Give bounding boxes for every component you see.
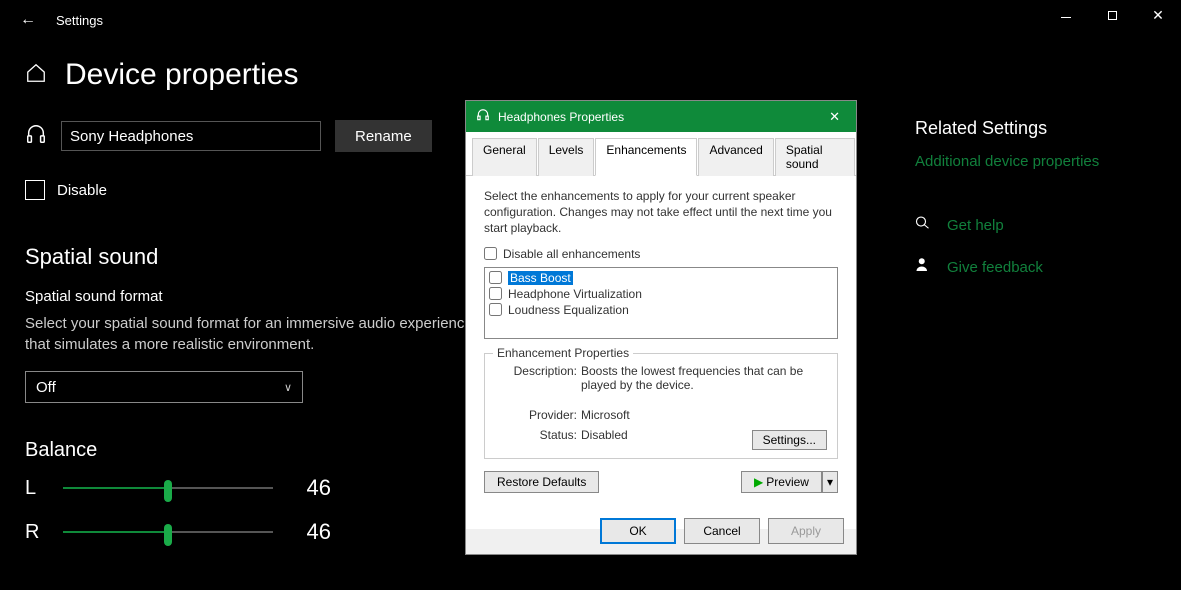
window-close-button[interactable]: ✕ (1135, 0, 1181, 30)
give-feedback-link[interactable]: Give feedback (947, 259, 1043, 276)
enhancement-list[interactable]: Bass Boost Headphone Virtualization Loud… (484, 267, 838, 339)
disable-all-label: Disable all enhancements (503, 247, 640, 261)
page-title: Device properties (65, 58, 298, 92)
tab-enhancements[interactable]: Enhancements (595, 138, 697, 176)
window-minimize-button[interactable] (1043, 0, 1089, 30)
cancel-button[interactable]: Cancel (684, 518, 760, 544)
get-help-link[interactable]: Get help (947, 217, 1004, 234)
description-value: Boosts the lowest frequencies that can b… (581, 364, 827, 392)
back-icon[interactable]: ← (20, 11, 36, 29)
rename-button[interactable]: Rename (335, 120, 432, 152)
status-label: Status: (495, 428, 581, 442)
spatial-format-value: Off (36, 379, 56, 396)
description-label: Description: (495, 364, 581, 392)
tab-general[interactable]: General (472, 138, 537, 176)
preview-dropdown-button[interactable]: ▾ (822, 471, 838, 493)
home-icon[interactable] (25, 62, 47, 88)
dialog-tabs: General Levels Enhancements Advanced Spa… (466, 132, 856, 176)
enhancement-item-loudness-equalization[interactable]: Loudness Equalization (487, 302, 835, 318)
help-icon (915, 214, 933, 236)
enhancement-item-bass-boost[interactable]: Bass Boost (487, 270, 835, 286)
balance-left-value: 46 (291, 475, 331, 501)
play-icon: ▶ (754, 475, 763, 489)
window-title: Settings (56, 13, 103, 28)
balance-right-value: 46 (291, 519, 331, 545)
provider-label: Provider: (495, 408, 581, 422)
enhancement-item-headphone-virtualization[interactable]: Headphone Virtualization (487, 286, 835, 302)
related-heading: Related Settings (915, 118, 1156, 139)
tab-spatial-sound[interactable]: Spatial sound (775, 138, 855, 176)
enhancement-settings-button[interactable]: Settings... (752, 430, 827, 450)
ok-button[interactable]: OK (600, 518, 676, 544)
dialog-headphones-icon (476, 108, 490, 125)
spatial-format-select[interactable]: Off ∨ (25, 371, 303, 403)
dialog-instructions: Select the enhancements to apply for you… (484, 188, 838, 237)
enhancement-properties-heading: Enhancement Properties (493, 346, 633, 360)
preview-button[interactable]: ▶ Preview (741, 471, 822, 493)
tab-advanced[interactable]: Advanced (698, 138, 773, 176)
tab-levels[interactable]: Levels (538, 138, 595, 176)
disable-checkbox[interactable] (25, 180, 45, 200)
apply-button[interactable]: Apply (768, 518, 844, 544)
device-name-input[interactable] (61, 121, 321, 151)
balance-left-label: L (25, 477, 45, 500)
headphones-icon (25, 123, 47, 149)
disable-label: Disable (57, 182, 107, 199)
dialog-title: Headphones Properties (498, 110, 624, 124)
provider-value: Microsoft (581, 408, 827, 422)
disable-all-checkbox[interactable]: Disable all enhancements (484, 247, 838, 261)
restore-defaults-button[interactable]: Restore Defaults (484, 471, 599, 493)
headphones-properties-dialog: Headphones Properties ✕ General Levels E… (465, 100, 857, 555)
window-maximize-button[interactable] (1089, 0, 1135, 30)
chevron-down-icon: ∨ (284, 381, 292, 394)
spatial-description: Select your spatial sound format for an … (25, 313, 485, 355)
additional-device-link[interactable]: Additional device properties (915, 153, 1156, 170)
dialog-close-button[interactable]: ✕ (823, 109, 846, 125)
balance-right-label: R (25, 521, 45, 544)
balance-right-slider[interactable] (63, 518, 273, 546)
balance-left-slider[interactable] (63, 474, 273, 502)
enhancement-properties-group: Enhancement Properties Description: Boos… (484, 353, 838, 459)
balance-heading: Balance (25, 439, 405, 462)
feedback-icon (915, 256, 933, 278)
